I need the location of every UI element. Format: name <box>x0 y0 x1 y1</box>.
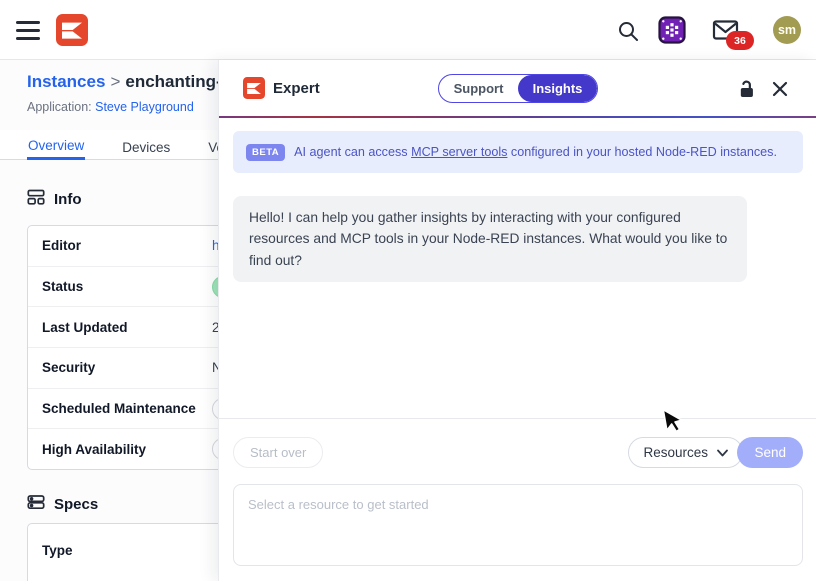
info-icon <box>27 188 45 210</box>
expert-logo-icon <box>243 77 265 99</box>
mcp-server-tools-link[interactable]: MCP server tools <box>411 145 507 159</box>
info-row-scheduled-maintenance: Scheduled Maintenance <box>28 389 218 430</box>
specs-heading-label: Specs <box>54 496 98 513</box>
info-row-security: Security N <box>28 348 218 389</box>
screen: 36 sm Instances>enchanting- Application:… <box>0 0 816 581</box>
tab-devices[interactable]: Devices <box>121 130 171 160</box>
flowfuse-logo-icon[interactable] <box>56 14 88 46</box>
mode-toggle: Support Insights <box>438 74 598 103</box>
top-navbar: 36 sm <box>0 0 816 60</box>
gradient-divider <box>219 116 816 118</box>
instance-overview-page: Instances>enchanting- Application: Steve… <box>0 60 218 581</box>
server-stack-icon <box>27 493 45 515</box>
send-button[interactable]: Send <box>737 437 803 468</box>
start-over-button[interactable]: Start over <box>233 437 323 468</box>
lock-open-icon[interactable] <box>734 77 759 105</box>
assistant-message: Hello! I can help you gather insights by… <box>233 196 747 282</box>
specs-row-type: Type <box>28 524 218 576</box>
instance-tabs: Overview Devices Vers <box>0 130 218 160</box>
info-heading-label: Info <box>54 191 82 208</box>
support-tab[interactable]: Support <box>439 75 518 102</box>
expert-panel-header: Expert Support Insights <box>219 60 816 116</box>
node-red-app-icon[interactable] <box>658 16 686 47</box>
tab-versions[interactable]: Vers <box>207 130 218 160</box>
resources-label: Resources <box>643 445 708 460</box>
application-link[interactable]: Steve Playground <box>95 100 194 114</box>
expert-panel-title: Expert <box>273 80 320 97</box>
resources-dropdown[interactable]: Resources <box>628 437 743 468</box>
info-row-high-availability: High Availability <box>28 429 218 469</box>
specs-card: Type <box>27 523 218 581</box>
mail-unread-badge: 36 <box>726 31 754 50</box>
info-row-last-updated: Last Updated 2 <box>28 307 218 348</box>
info-section-heading: Info <box>27 188 82 210</box>
beta-banner: BETA AI agent can access MCP server tool… <box>233 131 803 173</box>
expert-panel: Expert Support Insights BETA AI agent ca… <box>218 60 816 581</box>
application-label: Application: <box>27 100 92 114</box>
insights-tab[interactable]: Insights <box>518 75 597 102</box>
breadcrumb-separator: > <box>105 72 125 91</box>
menu-icon[interactable] <box>16 18 42 42</box>
search-icon[interactable] <box>616 19 640 46</box>
beta-badge: BETA <box>246 144 285 161</box>
specs-section-heading: Specs <box>27 493 98 515</box>
breadcrumb-instance-name: enchanting- <box>125 72 218 91</box>
application-line: Application: Steve Playground <box>27 100 218 114</box>
chat-input[interactable] <box>233 484 803 566</box>
user-avatar[interactable]: sm <box>773 16 801 44</box>
tab-overview[interactable]: Overview <box>27 130 85 160</box>
info-row-status: Status <box>28 267 218 308</box>
info-row-editor: Editor h <box>28 226 218 267</box>
close-icon[interactable] <box>768 77 792 104</box>
breadcrumb: Instances>enchanting- <box>27 72 218 92</box>
info-card: Editor h Status Last Updated 2 Security … <box>27 225 218 470</box>
breadcrumb-instances-link[interactable]: Instances <box>27 72 105 91</box>
chevron-down-icon <box>717 445 728 460</box>
beta-banner-text: AI agent can access MCP server tools con… <box>294 145 777 159</box>
footer-divider <box>219 418 816 419</box>
